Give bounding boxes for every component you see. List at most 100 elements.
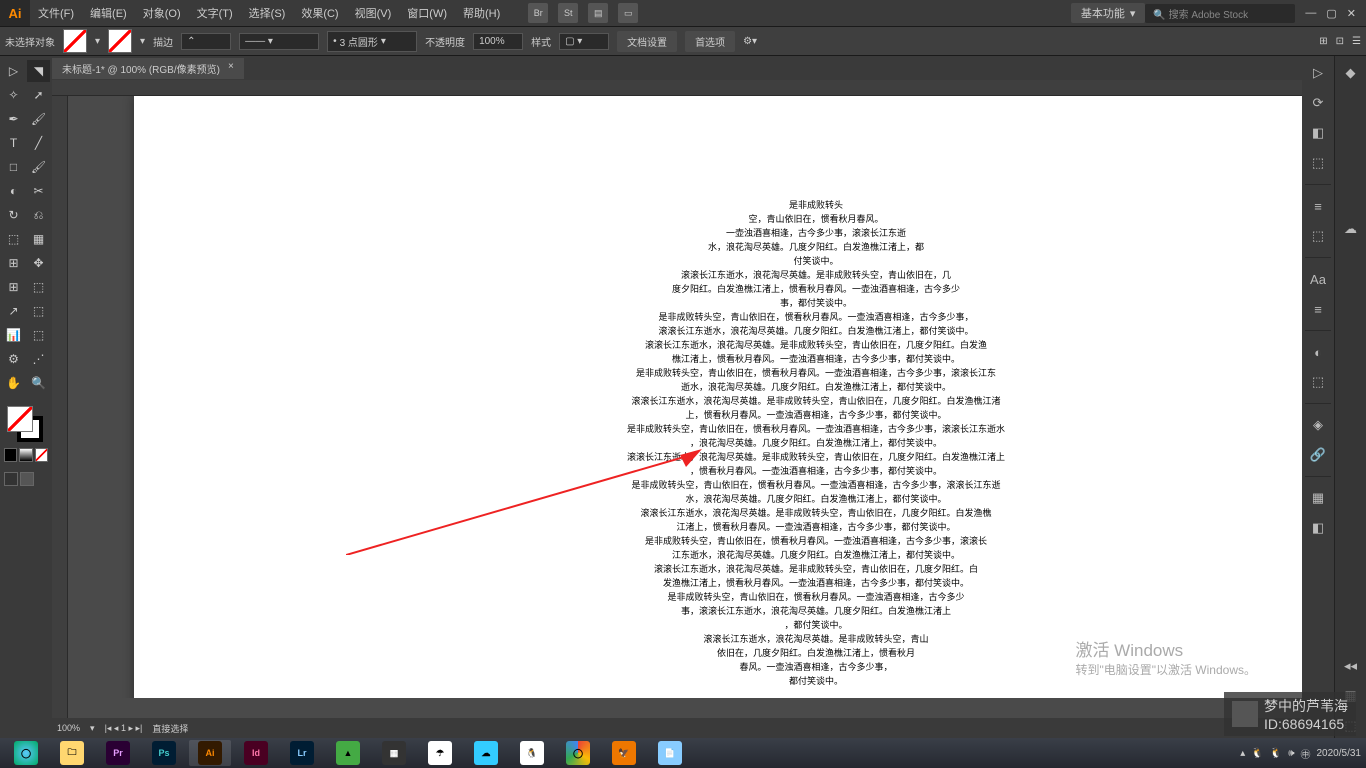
graphic-styles-icon[interactable]: ⬚ bbox=[1306, 370, 1330, 394]
menu-select[interactable]: 选择(S) bbox=[241, 5, 294, 21]
tool-magic-wand[interactable]: ✧ bbox=[2, 84, 25, 106]
close-tab-icon[interactable]: × bbox=[228, 61, 234, 76]
color-mode-icon[interactable] bbox=[4, 448, 17, 462]
tray-date[interactable]: 2020/5/31 bbox=[1317, 748, 1362, 759]
links-icon[interactable]: 🔗 bbox=[1306, 443, 1330, 467]
tool-width[interactable]: ⬚ bbox=[2, 228, 25, 250]
search-stock-input[interactable]: 🔍 搜索 Adobe Stock bbox=[1145, 4, 1295, 23]
browser-taskbar-icon[interactable]: ◯ bbox=[5, 740, 47, 766]
tool-slice[interactable]: ⋰ bbox=[27, 348, 50, 370]
gradient-panel-icon[interactable]: ⬚ bbox=[1306, 224, 1330, 248]
stroke-width-input[interactable]: ⌃ bbox=[181, 33, 231, 50]
swatches-icon[interactable]: ◧ bbox=[1306, 121, 1330, 145]
tool-rotate[interactable]: ↻ bbox=[2, 204, 25, 226]
tray-up-icon[interactable]: ▴ bbox=[1240, 748, 1245, 759]
transform-icon[interactable]: ⊡ bbox=[1336, 36, 1344, 47]
screen-mode-normal[interactable] bbox=[4, 472, 18, 486]
character-icon[interactable]: Aa bbox=[1306, 267, 1330, 291]
gradient-mode-icon[interactable] bbox=[19, 448, 32, 462]
doc-icon[interactable]: ▤ bbox=[588, 3, 608, 23]
expand-icon[interactable]: ◂◂ bbox=[1339, 654, 1363, 678]
prefs-button[interactable]: 首选项 bbox=[685, 31, 735, 52]
menu-view[interactable]: 视图(V) bbox=[347, 5, 400, 21]
tool-rectangle[interactable]: □ bbox=[2, 156, 25, 178]
tool-lasso[interactable]: ➚ bbox=[27, 84, 50, 106]
area-type-circle[interactable]: 是非成败转头空，青山依旧在，惯看秋月春风。一壶浊酒喜相逢，古今多少事，滚滚长江东… bbox=[566, 198, 1066, 688]
tool-shape-builder[interactable]: ⊞ bbox=[2, 252, 25, 274]
fill-stroke-control[interactable] bbox=[2, 406, 50, 446]
tool-selection[interactable]: ▷ bbox=[2, 60, 25, 82]
tool-artboard[interactable]: ⚙ bbox=[2, 348, 25, 370]
document-tab[interactable]: 未标题-1* @ 100% (RGB/像素预览) × bbox=[52, 58, 244, 79]
system-tray[interactable]: ▴ 🐧 🐧 🕪 ㊥ 2020/5/31 bbox=[1240, 746, 1361, 761]
app-5-taskbar-icon[interactable]: 🦅 bbox=[603, 740, 645, 766]
tool-symbol-sprayer[interactable]: 📊 bbox=[2, 324, 25, 346]
app-6-taskbar-icon[interactable]: 📄 bbox=[649, 740, 691, 766]
tool-hand[interactable]: ✋ bbox=[2, 372, 25, 394]
close-icon[interactable]: ✕ bbox=[1347, 7, 1356, 20]
app-3-taskbar-icon[interactable]: ☂ bbox=[419, 740, 461, 766]
tool-pen[interactable]: ✒ bbox=[2, 108, 25, 130]
stock-icon[interactable]: St bbox=[558, 3, 578, 23]
menu-type[interactable]: 文字(T) bbox=[189, 5, 241, 21]
menu-edit[interactable]: 编辑(E) bbox=[82, 5, 135, 21]
asset-export-icon[interactable]: ◧ bbox=[1306, 516, 1330, 540]
align-icon[interactable]: ⊞ bbox=[1319, 36, 1327, 47]
tool-shaper[interactable]: ◐ bbox=[2, 180, 25, 202]
tool-line[interactable]: ╱ bbox=[27, 132, 50, 154]
tool-free-transform[interactable]: ▦ bbox=[27, 228, 50, 250]
app-4-taskbar-icon[interactable]: ☁ bbox=[465, 740, 507, 766]
tool-graph[interactable]: ⬚ bbox=[27, 324, 50, 346]
menu-file[interactable]: 文件(F) bbox=[30, 5, 82, 21]
tool-type[interactable]: T bbox=[2, 132, 25, 154]
maximize-icon[interactable]: ▢ bbox=[1326, 7, 1336, 20]
explorer-taskbar-icon[interactable]: 🗀 bbox=[51, 740, 93, 766]
artboard-nav[interactable]: |◂ ◂ 1 ▸ ▸| bbox=[105, 723, 143, 734]
opacity-input[interactable]: 100% bbox=[473, 33, 523, 50]
properties-icon[interactable]: ▷ bbox=[1306, 61, 1330, 85]
chevron-down-icon[interactable]: ▾ bbox=[140, 36, 145, 47]
screen-mode-full[interactable] bbox=[20, 472, 34, 486]
tool-perspective[interactable]: ✥ bbox=[27, 252, 50, 274]
tool-paintbrush[interactable]: 🖌 bbox=[27, 156, 50, 178]
panel-menu-icon[interactable]: ☰ bbox=[1352, 36, 1361, 47]
menu-effect[interactable]: 效果(C) bbox=[293, 5, 346, 21]
menu-object[interactable]: 对象(O) bbox=[135, 5, 189, 21]
artboards-icon[interactable]: ▦ bbox=[1306, 486, 1330, 510]
qq-taskbar-icon[interactable]: 🐧 bbox=[511, 740, 553, 766]
tool-direct-selection[interactable]: ◥ bbox=[27, 60, 50, 82]
none-mode-icon[interactable] bbox=[35, 448, 48, 462]
minimize-icon[interactable]: ― bbox=[1305, 7, 1316, 20]
tool-scale[interactable]: ⎌ bbox=[27, 204, 50, 226]
doc-setup-button[interactable]: 文档设置 bbox=[617, 31, 677, 52]
brushes-icon[interactable]: ⬚ bbox=[1306, 151, 1330, 175]
stroke-panel-icon[interactable]: ≡ bbox=[1306, 194, 1330, 218]
ruler-vertical[interactable] bbox=[52, 96, 68, 718]
tray-qq2-icon[interactable]: 🐧 bbox=[1270, 748, 1282, 759]
menu-window[interactable]: 窗口(W) bbox=[399, 5, 455, 21]
app-1-taskbar-icon[interactable]: ▲ bbox=[327, 740, 369, 766]
layers-icon[interactable]: ◈ bbox=[1306, 413, 1330, 437]
tool-blend[interactable]: ⬚ bbox=[27, 300, 50, 322]
zoom-level[interactable]: 100% bbox=[57, 723, 80, 733]
workspace-selector[interactable]: 基本功能 ▾ bbox=[1071, 3, 1146, 23]
arrange-icon[interactable]: ▭ bbox=[618, 3, 638, 23]
app-2-taskbar-icon[interactable]: ▦ bbox=[373, 740, 415, 766]
photoshop-taskbar-icon[interactable]: Ps bbox=[143, 740, 185, 766]
tool-gradient[interactable]: ⬚ bbox=[27, 276, 50, 298]
bridge-icon[interactable]: Br bbox=[528, 3, 548, 23]
prefs-icon[interactable]: ⚙▾ bbox=[743, 36, 757, 47]
indesign-taskbar-icon[interactable]: Id bbox=[235, 740, 277, 766]
brush-select[interactable]: • 3 点圆形 ▾ bbox=[327, 31, 417, 52]
tool-eraser[interactable]: ✂ bbox=[27, 180, 50, 202]
color-icon[interactable]: ⟳ bbox=[1306, 91, 1330, 115]
ruler-horizontal[interactable] bbox=[52, 80, 1302, 96]
tray-speaker-icon[interactable]: 🕪 bbox=[1288, 748, 1294, 759]
tool-curvature[interactable]: 🖌 bbox=[27, 108, 50, 130]
tool-eyedropper[interactable]: ↗ bbox=[2, 300, 25, 322]
fill-color[interactable] bbox=[7, 406, 33, 432]
cc-libraries-icon[interactable]: ☁ bbox=[1339, 217, 1363, 241]
stroke-profile-select[interactable]: —— ▾ bbox=[239, 33, 319, 50]
lightroom-taskbar-icon[interactable]: Lr bbox=[281, 740, 323, 766]
premiere-taskbar-icon[interactable]: Pr bbox=[97, 740, 139, 766]
